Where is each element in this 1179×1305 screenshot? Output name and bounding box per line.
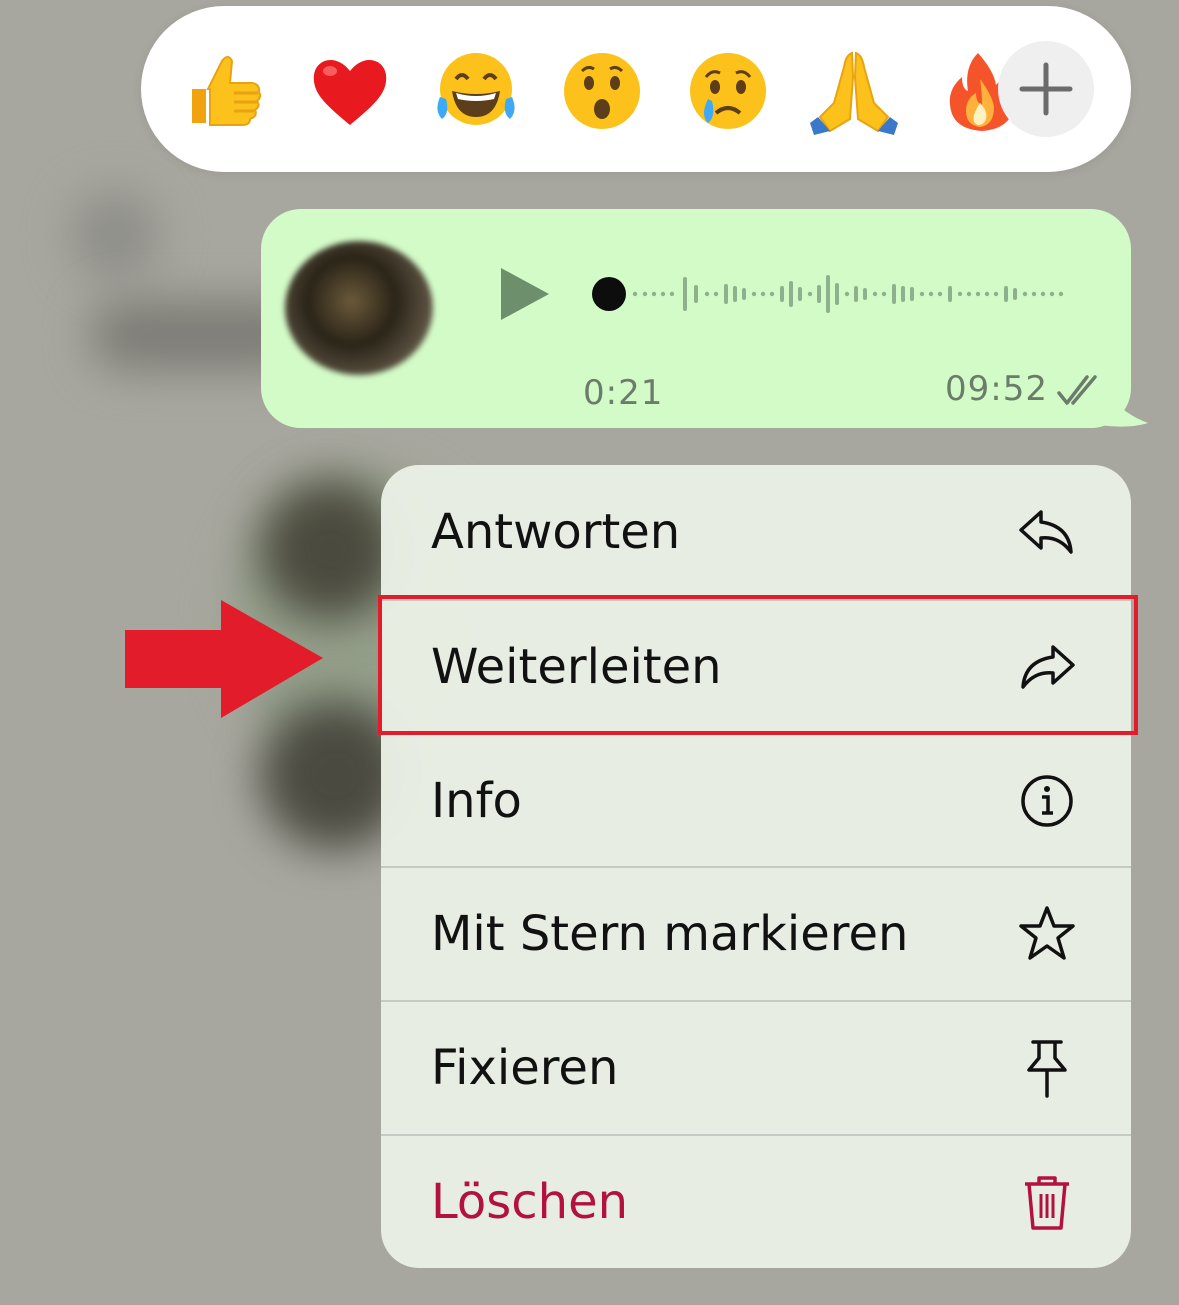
trash-icon — [1025, 1176, 1069, 1230]
pin-icon — [1027, 1040, 1067, 1098]
menu-item-label: Weiterleiten — [431, 639, 722, 695]
reaction-heart[interactable] — [305, 46, 395, 136]
more-reactions-button[interactable] — [998, 41, 1094, 137]
message-time: 09:52 — [945, 369, 1048, 409]
star-icon — [1019, 906, 1075, 960]
menu-item-label: Antworten — [431, 504, 681, 560]
audio-waveform[interactable] — [591, 269, 1081, 319]
reaction-laughing[interactable] — [431, 46, 521, 136]
reaction-crying[interactable] — [683, 46, 773, 136]
reply-icon — [1019, 510, 1073, 554]
play-icon — [501, 268, 549, 320]
menu-item-label: Löschen — [431, 1174, 629, 1230]
menu-item-label: Mit Stern markieren — [431, 906, 909, 962]
avatar — [285, 241, 433, 375]
red-arrow-icon — [125, 600, 323, 718]
menu-item-reply[interactable]: Antworten — [381, 465, 1131, 599]
surprised-icon — [564, 53, 640, 129]
menu-item-info[interactable]: Info — [381, 734, 1131, 868]
praying-icon — [810, 51, 898, 135]
forward-icon — [1021, 645, 1075, 689]
reaction-surprised[interactable] — [557, 46, 647, 136]
menu-item-label: Fixieren — [431, 1040, 619, 1096]
plus-icon — [1019, 62, 1073, 116]
reaction-bar — [141, 6, 1131, 172]
voice-message-bubble[interactable]: 0:21 09:52 — [261, 209, 1131, 428]
crying-icon — [690, 53, 766, 129]
menu-item-delete[interactable]: Löschen — [381, 1135, 1131, 1268]
reaction-thumbs-up[interactable] — [179, 46, 269, 136]
menu-item-label: Info — [431, 773, 522, 829]
menu-item-star[interactable]: Mit Stern markieren — [381, 867, 1131, 1001]
background-blur — [70, 190, 160, 280]
info-icon — [1021, 775, 1073, 827]
double-check-icon — [1057, 375, 1097, 405]
bubble-tail — [1100, 385, 1148, 427]
context-menu: Antworten Weiterleiten Info Mit Stern ma… — [381, 465, 1131, 1268]
reaction-praying[interactable] — [809, 46, 899, 136]
play-button[interactable] — [497, 266, 553, 322]
playhead-dot[interactable] — [592, 277, 626, 311]
thumbs-up-icon — [192, 56, 262, 126]
menu-item-forward[interactable]: Weiterleiten — [381, 600, 1131, 734]
heart-icon — [313, 59, 387, 125]
background-blur — [260, 480, 400, 620]
voice-duration: 0:21 — [583, 373, 664, 413]
laughing-icon — [437, 53, 515, 125]
menu-item-pin[interactable]: Fixieren — [381, 1001, 1131, 1135]
